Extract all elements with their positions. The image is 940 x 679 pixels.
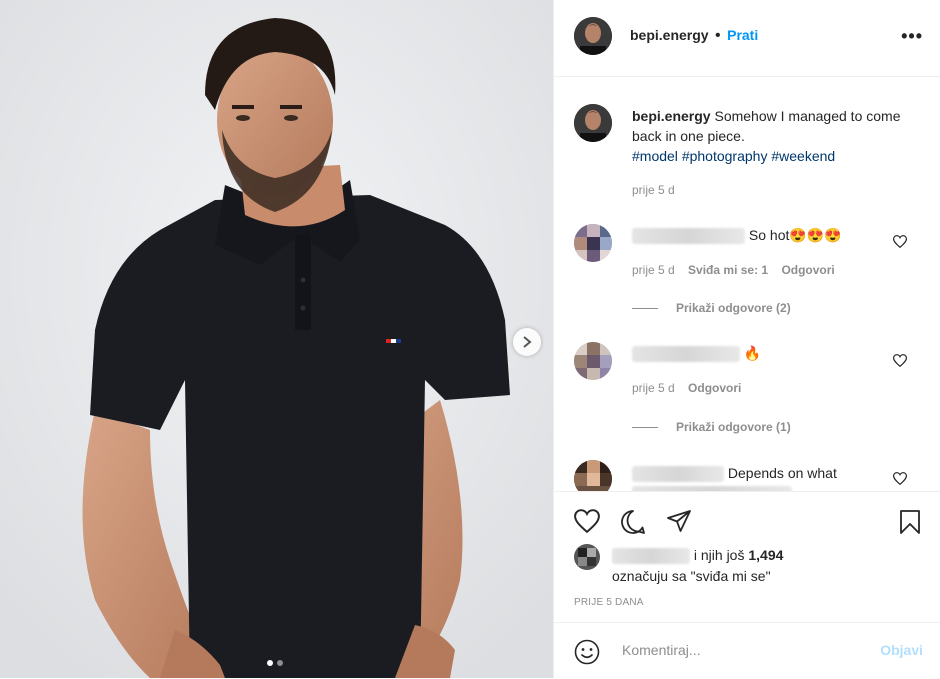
separator-dot: •	[715, 27, 721, 44]
caption-meta: prije 5 d	[632, 183, 685, 197]
likes-count[interactable]: 1,494	[748, 547, 783, 563]
post-comment-button[interactable]: Objavi	[880, 642, 923, 658]
comment-body: 🔥	[632, 345, 762, 363]
post-date[interactable]: PRIJE 5 DANA	[574, 597, 644, 608]
action-bar	[554, 491, 940, 534]
bookmark-icon[interactable]	[899, 509, 921, 540]
blurred-username	[632, 228, 745, 245]
hashtag-link[interactable]: #photography	[682, 148, 768, 164]
reply-button[interactable]: Odgovori	[781, 263, 834, 277]
comment-input[interactable]	[620, 641, 864, 659]
comment-meta: prije 5 d Odgovori	[632, 381, 751, 395]
comment-avatar[interactable]	[574, 460, 612, 491]
likes-suffix: i njih još	[693, 547, 745, 563]
blurred-username	[632, 466, 724, 483]
comment-body: So hot😍😍😍	[632, 227, 842, 245]
follow-button[interactable]: Prati	[727, 27, 758, 43]
blurred-username	[632, 346, 740, 363]
share-icon[interactable]	[666, 509, 692, 538]
comment-text: So hot😍😍😍	[748, 227, 842, 243]
comment-body: Depends on what	[632, 463, 837, 491]
comment-meta: prije 5 d Sviđa mi se: 1 Odgovori	[632, 263, 845, 277]
comment-avatar[interactable]	[574, 342, 612, 380]
caption-avatar[interactable]	[574, 104, 612, 142]
chevron-right-icon	[523, 336, 532, 348]
hashtag-link[interactable]: #model	[632, 148, 678, 164]
comments-list[interactable]: bepi.energy Somehow I managed to come ba…	[554, 77, 940, 491]
reply-button[interactable]: Odgovori	[688, 381, 741, 395]
post-panel: bepi.energy • Prati ••• bepi.energy Some…	[553, 0, 940, 678]
post-image[interactable]	[0, 0, 553, 678]
like-comment-icon[interactable]	[892, 472, 908, 490]
like-icon[interactable]	[574, 509, 600, 538]
carousel-indicator	[267, 660, 283, 666]
emoji-icon[interactable]	[574, 639, 600, 670]
post-header: bepi.energy • Prati •••	[554, 0, 940, 77]
timestamp[interactable]: prije 5 d	[632, 183, 675, 197]
likes-summary: i njih još 1,494	[612, 547, 783, 565]
pixelated-avatar	[574, 544, 600, 570]
more-options-icon[interactable]: •••	[901, 26, 923, 47]
comment-bar: Objavi	[554, 622, 940, 679]
carousel-dot	[277, 660, 283, 666]
comment-text: 🔥	[743, 345, 762, 361]
avatar-image	[574, 104, 612, 142]
blurred-username	[612, 548, 690, 565]
hashtag-link[interactable]: #weekend	[771, 148, 835, 164]
comment-icon[interactable]	[620, 509, 646, 540]
timestamp[interactable]: prije 5 d	[632, 381, 675, 395]
caption: bepi.energy Somehow I managed to come ba…	[632, 106, 917, 166]
timestamp[interactable]: prije 5 d	[632, 263, 675, 277]
pixelated-avatar	[574, 224, 612, 262]
like-comment-icon[interactable]	[892, 354, 908, 372]
like-comment-icon[interactable]	[892, 235, 908, 253]
caption-username[interactable]: bepi.energy	[632, 108, 711, 124]
avatar[interactable]	[574, 17, 612, 55]
comment-avatar[interactable]	[574, 224, 612, 262]
comment-text: Depends on what	[727, 465, 837, 481]
next-image-button[interactable]	[513, 328, 541, 356]
likes-line2: označuju sa "sviđa mi se"	[612, 568, 771, 584]
model-photo	[0, 0, 553, 678]
liker-avatar[interactable]	[574, 544, 600, 575]
view-replies-button[interactable]: Prikaži odgovore (1)	[632, 420, 791, 434]
pixelated-avatar	[574, 460, 612, 491]
carousel-dot	[267, 660, 273, 666]
avatar-image	[574, 17, 612, 55]
pixelated-avatar	[574, 342, 612, 380]
view-replies-button[interactable]: Prikaži odgovore (2)	[632, 301, 791, 315]
comment-likes[interactable]: Sviđa mi se: 1	[688, 263, 768, 277]
username-link[interactable]: bepi.energy	[630, 27, 709, 43]
